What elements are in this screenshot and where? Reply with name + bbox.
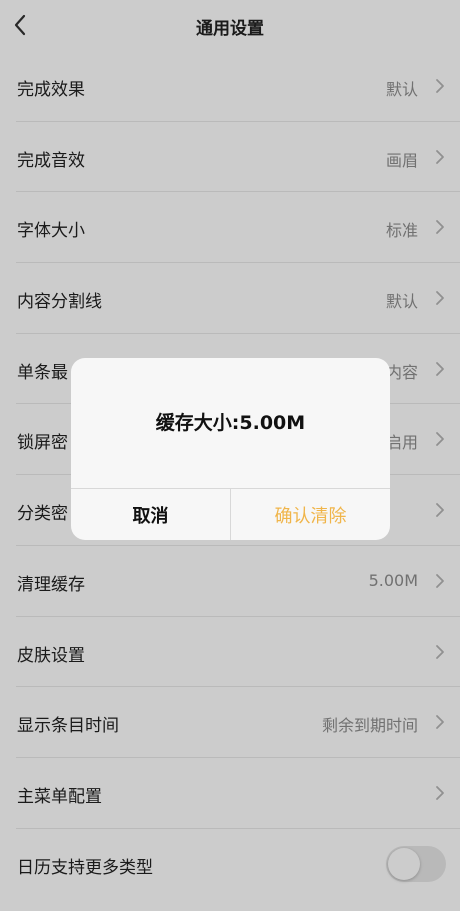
cancel-button[interactable]: 取消 [71,489,231,540]
dialog-message: 缓存大小:5.00M [155,412,306,434]
confirm-clear-button[interactable]: 确认清除 [231,489,390,540]
clear-cache-dialog: 缓存大小:5.00M 取消 确认清除 [71,358,390,540]
dialog-button-bar: 取消 确认清除 [71,488,390,540]
